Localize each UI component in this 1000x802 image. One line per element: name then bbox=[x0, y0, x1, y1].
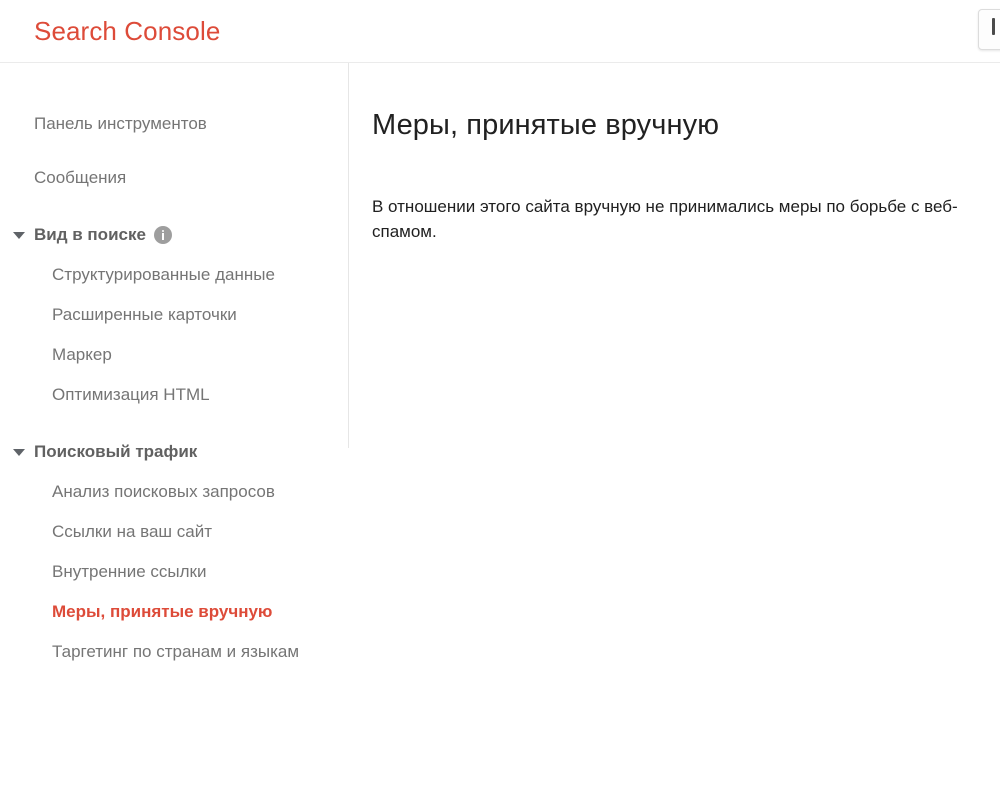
sidebar-item-label: Вид в поиске bbox=[34, 225, 146, 244]
sidebar-item-manual-actions[interactable]: Меры, принятые вручную bbox=[0, 600, 348, 624]
sidebar-item-label: Анализ поисковых запросов bbox=[52, 482, 275, 501]
sidebar-item-links-to-your-site[interactable]: Ссылки на ваш сайт bbox=[0, 520, 348, 544]
page-title: Search Console bbox=[34, 16, 221, 46]
sidebar-item-label: Меры, принятые вручную bbox=[52, 602, 273, 621]
content-heading: Меры, принятые вручную bbox=[372, 109, 720, 141]
sidebar-item-internal-links[interactable]: Внутренние ссылки bbox=[0, 560, 348, 584]
sidebar-item-international-targeting[interactable]: Таргетинг по странам и языкам bbox=[0, 640, 348, 664]
chevron-down-icon[interactable] bbox=[13, 449, 25, 456]
info-icon[interactable] bbox=[153, 226, 172, 244]
header-control-glyph bbox=[992, 18, 995, 35]
page-body: Панель инструментов Сообщения Вид в поиске… bbox=[0, 63, 1000, 802]
sidebar-item-structured-data[interactable]: Структурированные данные bbox=[0, 263, 348, 287]
sidebar-item-html-improvements[interactable]: Оптимизация HTML bbox=[0, 383, 348, 407]
sidebar-item-label: Внутренние ссылки bbox=[52, 562, 207, 581]
sidebar-item-label: Ссылки на ваш сайт bbox=[52, 522, 213, 541]
sidebar-item-messages[interactable]: Сообщения bbox=[0, 166, 348, 190]
sidebar-item-label: Таргетинг по странам и языкам bbox=[52, 642, 300, 661]
sidebar-item-label: Маркер bbox=[52, 345, 112, 364]
sidebar-section-search-appearance[interactable]: Вид в поиске bbox=[0, 223, 348, 247]
sidebar-section-search-traffic[interactable]: Поисковый трафик bbox=[0, 440, 348, 464]
main-content: Меры, принятые вручную В отношении этого… bbox=[372, 63, 1000, 802]
sidebar-item-search-analytics[interactable]: Анализ поисковых запросов bbox=[0, 480, 348, 504]
sidebar-item-label: Поисковый трафик bbox=[34, 442, 198, 461]
sidebar-item-label: Панель инструментов bbox=[34, 114, 207, 133]
sidebar-item-rich-cards[interactable]: Расширенные карточки bbox=[0, 303, 348, 327]
sidebar-item-label: Сообщения bbox=[34, 168, 127, 187]
header-right-control[interactable] bbox=[978, 9, 1000, 50]
app-header: Search Console bbox=[0, 0, 1000, 63]
sidebar-item-label: Структурированные данные bbox=[52, 265, 275, 284]
sidebar-item-label: Расширенные карточки bbox=[52, 305, 237, 324]
sidebar: Панель инструментов Сообщения Вид в поиске… bbox=[0, 63, 348, 802]
sidebar-item-label: Оптимизация HTML bbox=[52, 385, 210, 404]
content-paragraph: В отношении этого сайта вручную не прини… bbox=[372, 197, 958, 241]
sidebar-item-data-highlighter[interactable]: Маркер bbox=[0, 343, 348, 367]
chevron-down-icon[interactable] bbox=[13, 232, 25, 239]
sidebar-item-dashboard[interactable]: Панель инструментов bbox=[0, 112, 348, 136]
sidebar-divider bbox=[348, 63, 349, 448]
